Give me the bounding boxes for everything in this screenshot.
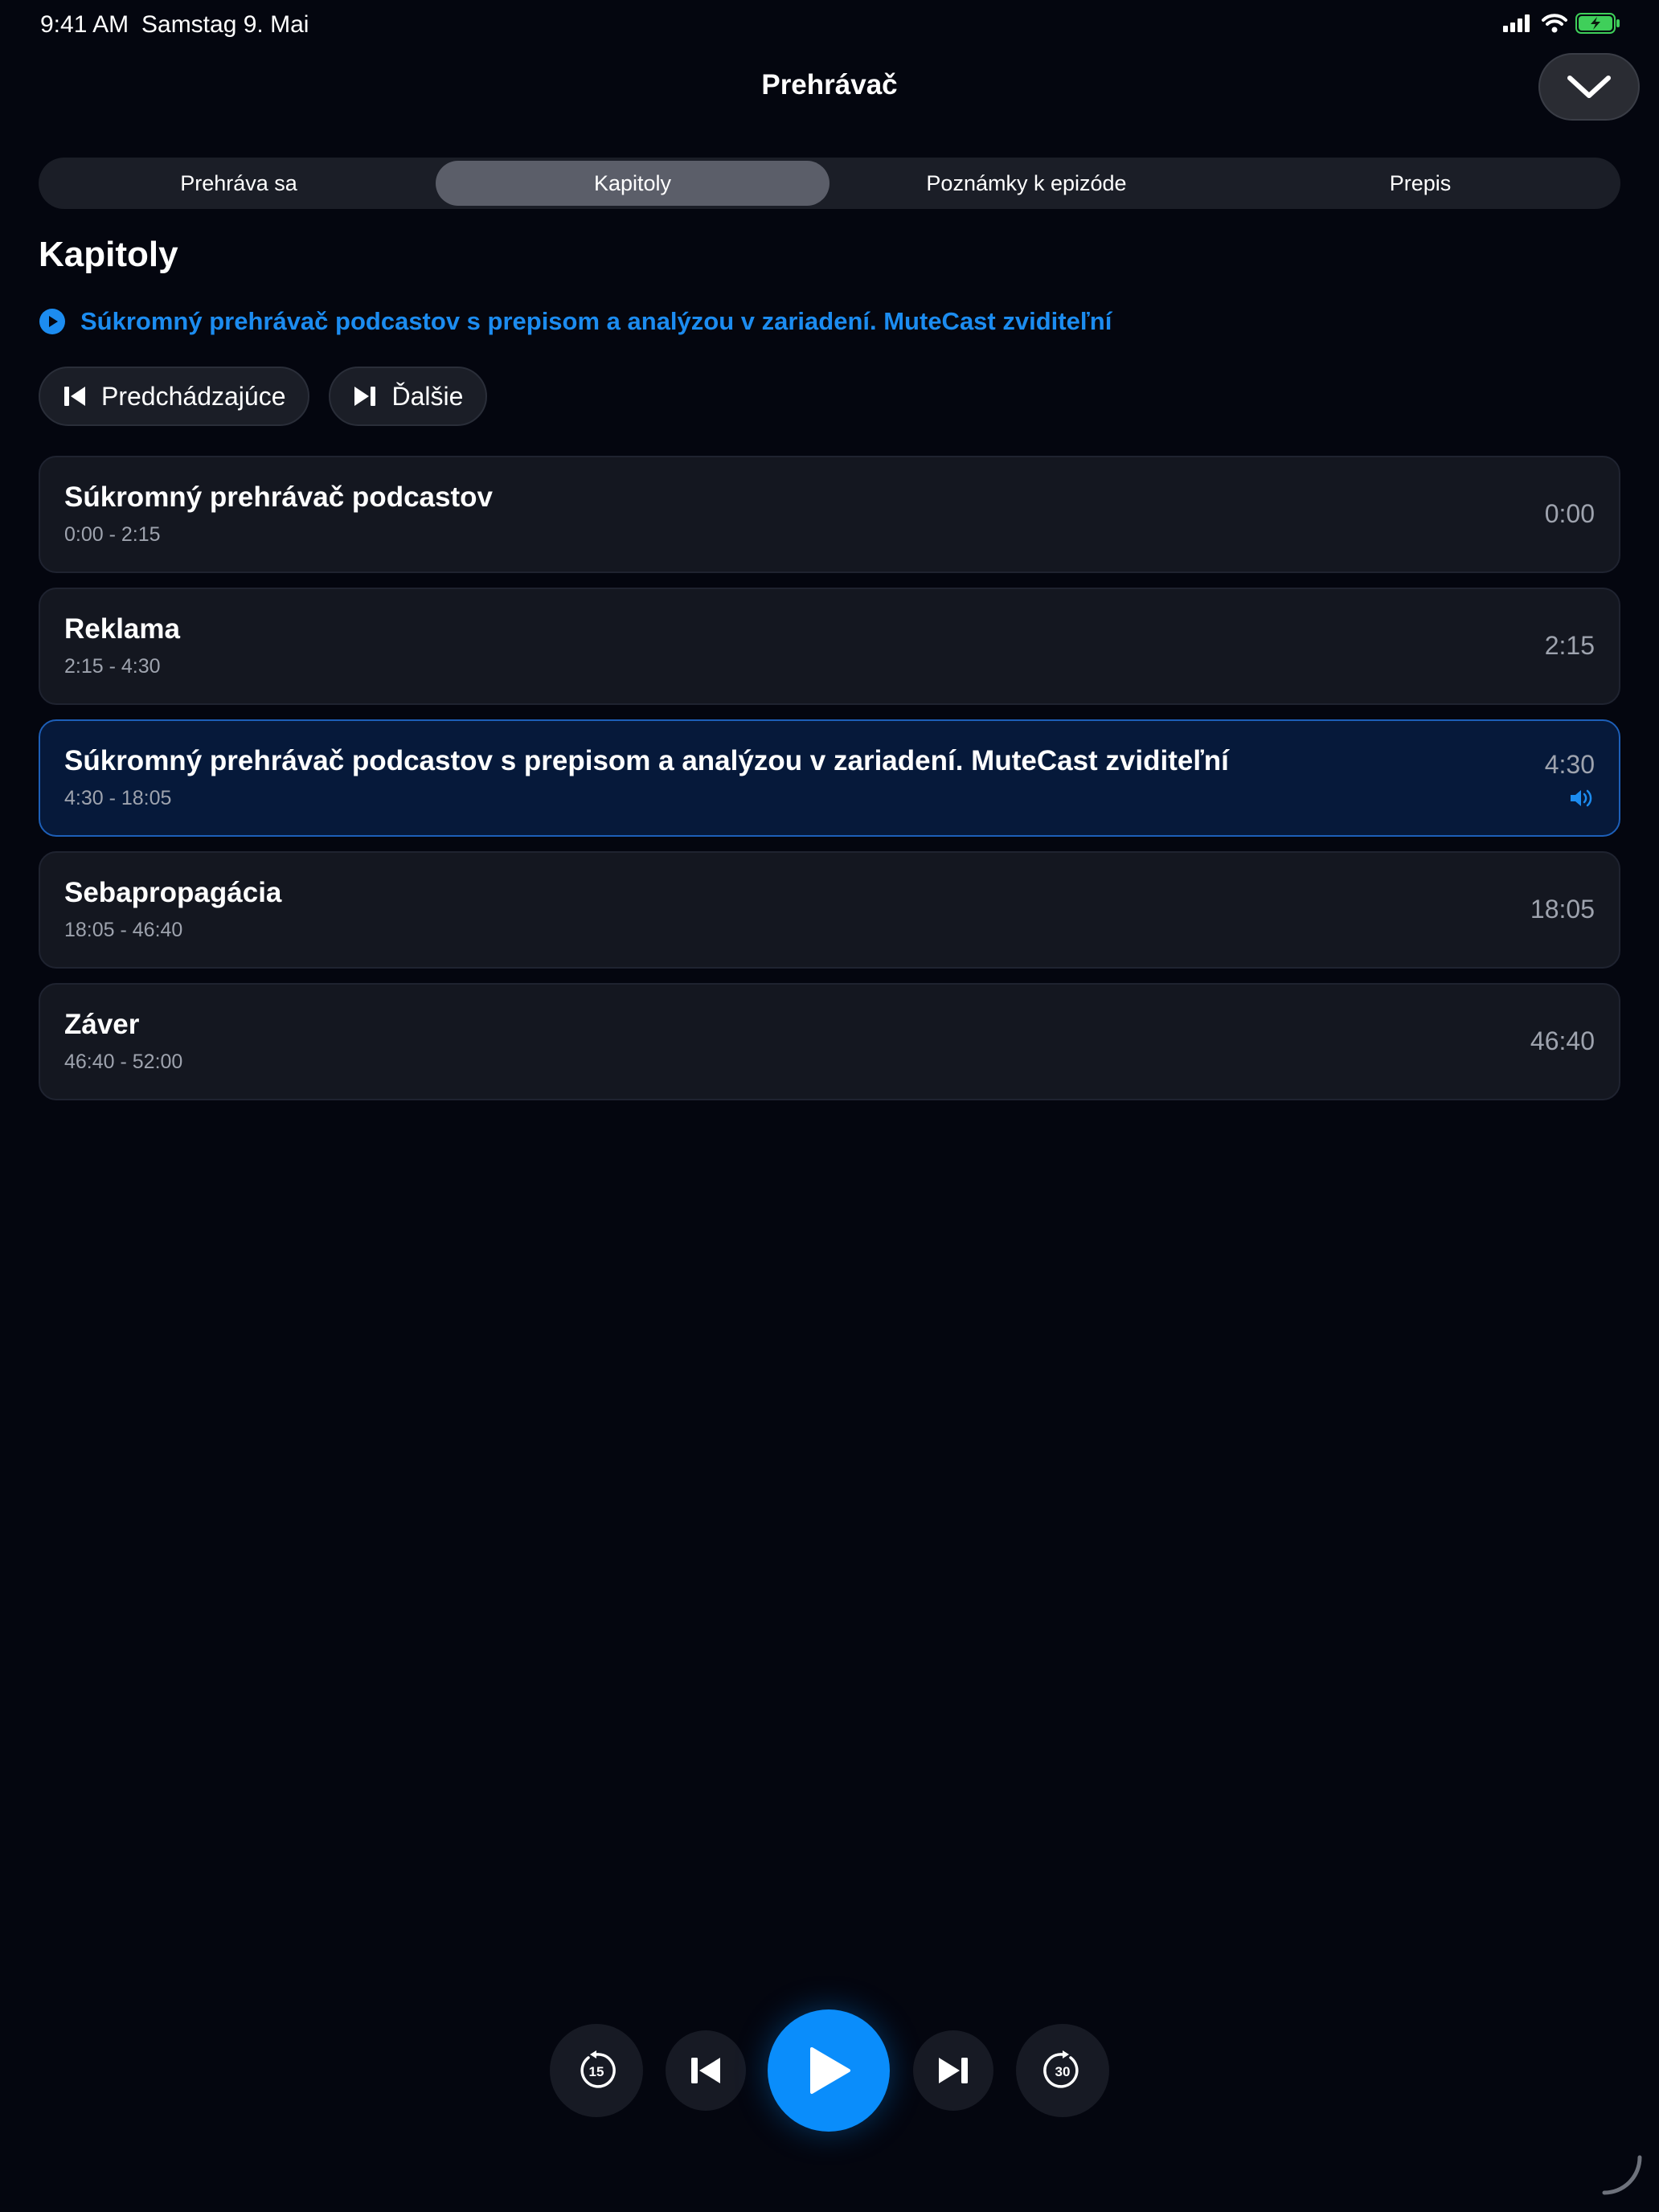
chapter-title: Sebapropagácia [64, 877, 282, 908]
tab-bar: Prehráva sa Kapitoly Poznámky k epizóde … [39, 158, 1620, 209]
chapter-title: Súkromný prehrávač podcastov s prepisom … [64, 745, 1229, 776]
home-indicator-icon [1602, 2155, 1642, 2195]
chapter-time-range: 2:15 - 4:30 [64, 655, 161, 678]
speaker-playing-icon [1571, 789, 1592, 807]
previous-track-button[interactable] [666, 2030, 746, 2111]
tab-episode-notes[interactable]: Poznámky k epizóde [830, 161, 1223, 206]
chapter-start-time: 18:05 [1530, 895, 1595, 924]
chapter-row-current[interactable]: Súkromný prehrávač podcastov s prepisom … [39, 719, 1620, 837]
chapter-row[interactable]: Sebapropagácia 18:05 - 46:40 18:05 [39, 851, 1620, 969]
previous-chapter-label: Predchádzajúce [101, 381, 286, 411]
status-time: 9:41 AM [40, 11, 129, 38]
chapter-start-time: 46:40 [1530, 1026, 1595, 1055]
tab-chapters[interactable]: Kapitoly [436, 161, 830, 206]
status-bar: 9:41 AM Samstag 9. Mai [0, 0, 1659, 51]
status-date: Samstag 9. Mai [141, 11, 309, 38]
playback-controls: 15 30 [0, 2009, 1659, 2132]
skip-forward-30-button[interactable]: 30 [1016, 2024, 1109, 2117]
now-playing-chapter-title: Súkromný prehrávač podcastov s prepisom … [80, 307, 1112, 335]
skip-forward-30-icon: 30 [1043, 2050, 1079, 2088]
chapter-start-time: 4:30 [1544, 750, 1595, 779]
chapter-title: Záver [64, 1009, 140, 1040]
tab-now-playing[interactable]: Prehráva sa [42, 161, 436, 206]
previous-chapter-button[interactable]: Predchádzajúce [39, 367, 310, 426]
play-icon [810, 2047, 850, 2094]
chapter-time-range: 0:00 - 2:15 [64, 523, 161, 546]
wifi-icon [1542, 14, 1567, 33]
play-circle-icon [39, 309, 65, 334]
chapter-start-time: 0:00 [1544, 499, 1595, 528]
chapter-title: Súkromný prehrávač podcastov [64, 481, 493, 513]
chapter-time-range: 18:05 - 46:40 [64, 919, 183, 941]
now-playing-chapter[interactable]: Súkromný prehrávač podcastov s prepisom … [39, 307, 1112, 336]
page-title: Prehrávač [761, 69, 898, 100]
chapter-row[interactable]: Reklama 2:15 - 4:30 2:15 [39, 588, 1620, 705]
chapter-title: Reklama [64, 613, 180, 645]
status-icons [1503, 13, 1620, 34]
skip-previous-icon [64, 387, 85, 406]
skip-back-seconds: 15 [589, 2064, 604, 2079]
collapse-player-button[interactable] [1538, 53, 1640, 121]
skip-back-15-icon: 15 [580, 2050, 616, 2088]
chevron-down-icon [1567, 76, 1611, 98]
chapter-time-range: 4:30 - 18:05 [64, 787, 172, 809]
chapter-nav: Predchádzajúce Ďalšie [39, 367, 488, 426]
cellular-signal-icon [1503, 14, 1530, 32]
skip-next-icon [939, 2058, 968, 2083]
play-button[interactable] [768, 2009, 890, 2132]
next-chapter-label: Ďalšie [391, 381, 464, 411]
battery-charging-icon [1575, 13, 1620, 34]
chapter-list: Súkromný prehrávač podcastov 0:00 - 2:15… [39, 456, 1620, 1115]
next-track-button[interactable] [913, 2030, 993, 2111]
skip-next-icon [354, 387, 376, 406]
chapter-start-time: 2:15 [1544, 631, 1595, 660]
chapter-row[interactable]: Záver 46:40 - 52:00 46:40 [39, 983, 1620, 1100]
skip-previous-icon [691, 2058, 720, 2083]
skip-forward-seconds: 30 [1055, 2064, 1071, 2079]
skip-back-15-button[interactable]: 15 [550, 2024, 643, 2117]
chapter-row[interactable]: Súkromný prehrávač podcastov 0:00 - 2:15… [39, 456, 1620, 573]
chapter-time-range: 46:40 - 52:00 [64, 1051, 183, 1073]
section-title: Kapitoly [39, 235, 178, 274]
next-chapter-button[interactable]: Ďalšie [329, 367, 488, 426]
tab-transcript[interactable]: Prepis [1223, 161, 1617, 206]
